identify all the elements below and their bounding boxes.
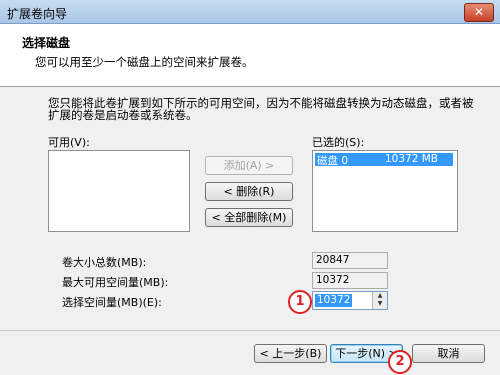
max-space-value: 10372 [312, 272, 388, 289]
annotation-marker-1: 1 [288, 290, 312, 314]
total-size-label: 卷大小总数(MB): [62, 256, 147, 269]
wizard-body: 您只能将此卷扩展到如下所示的可用空间，因为不能将磁盘转换为动态磁盘，或者被扩展的… [0, 87, 500, 375]
close-icon: ✕ [473, 5, 485, 19]
page-title: 选择磁盘 [22, 36, 71, 50]
select-space-input[interactable]: 10372 [315, 294, 353, 307]
cancel-button[interactable]: 取消 [412, 344, 485, 363]
title-bar: 扩展卷向导 ✕ [0, 0, 500, 24]
selected-label: 已选的(S): [312, 136, 365, 149]
list-item[interactable]: 磁盘 0 10372 MB [315, 153, 453, 167]
available-disk-list[interactable] [48, 150, 190, 232]
remove-all-button[interactable]: < 全部删除(M) [205, 208, 293, 227]
add-button[interactable]: 添加(A) > [205, 156, 293, 175]
wizard-header: 选择磁盘 您可以用至少一个磁盘上的空间来扩展卷。 [0, 24, 500, 87]
total-size-value: 20847 [312, 252, 388, 269]
stepper-arrows[interactable]: ▲ ▼ [372, 292, 387, 309]
back-button[interactable]: < 上一步(B) [254, 344, 327, 363]
footer-divider [0, 330, 500, 331]
close-button[interactable]: ✕ [464, 3, 494, 22]
window-title: 扩展卷向导 [7, 7, 68, 21]
selected-disk-list[interactable]: 磁盘 0 10372 MB [312, 150, 458, 232]
stepper-up-icon[interactable]: ▲ [373, 292, 387, 300]
description-text: 您只能将此卷扩展到如下所示的可用空间，因为不能将磁盘转换为动态磁盘，或者被扩展的… [48, 96, 474, 122]
available-label: 可用(V): [48, 136, 90, 149]
select-space-stepper[interactable]: 10372 ▲ ▼ [312, 291, 388, 310]
disk-name: 磁盘 0 [317, 155, 349, 167]
max-space-label: 最大可用空间量(MB): [62, 276, 169, 289]
disk-size: 10372 MB [385, 153, 439, 165]
select-space-label: 选择空间量(MB)(E): [62, 296, 162, 309]
annotation-marker-2: 2 [388, 350, 412, 374]
remove-button[interactable]: < 删除(R) [205, 182, 293, 201]
stepper-down-icon[interactable]: ▼ [373, 300, 387, 308]
page-subtitle: 您可以用至少一个磁盘上的空间来扩展卷。 [35, 55, 254, 69]
